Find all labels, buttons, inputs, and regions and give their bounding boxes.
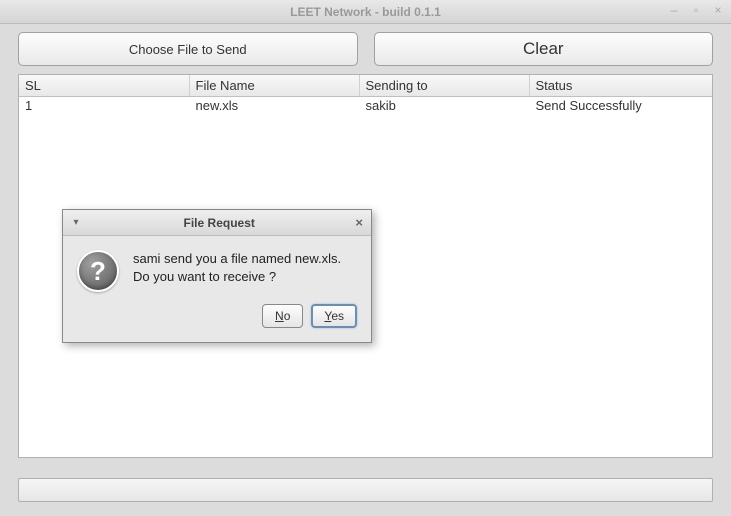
- minimize-icon[interactable]: –: [667, 3, 681, 17]
- window-controls: – ▫ ×: [667, 3, 725, 17]
- header-sl[interactable]: SL: [19, 75, 189, 97]
- maximize-icon[interactable]: ▫: [689, 3, 703, 17]
- window-title: LEET Network - build 0.1.1: [290, 5, 441, 19]
- dialog-message-line1: sami send you a file named new.xls.: [133, 250, 341, 268]
- table-header-row: SL File Name Sending to Status: [19, 75, 712, 97]
- file-request-dialog: ▾ File Request × ? sami send you a file …: [62, 209, 372, 343]
- window-body: Choose File to Send Clear SL File Name S…: [0, 24, 731, 516]
- cell-sendingto: sakib: [359, 97, 529, 115]
- close-icon[interactable]: ×: [711, 3, 725, 17]
- dialog-message: sami send you a file named new.xls. Do y…: [133, 250, 341, 292]
- header-sendingto[interactable]: Sending to: [359, 75, 529, 97]
- dialog-button-row: No Yes: [63, 304, 371, 342]
- header-status[interactable]: Status: [529, 75, 712, 97]
- cell-sl: 1: [19, 97, 189, 115]
- top-button-row: Choose File to Send Clear: [18, 32, 713, 66]
- dialog-title: File Request: [83, 216, 355, 230]
- dialog-body: ? sami send you a file named new.xls. Do…: [63, 236, 371, 304]
- choose-file-button[interactable]: Choose File to Send: [18, 32, 358, 66]
- cell-filename: new.xls: [189, 97, 359, 115]
- status-bar: [18, 478, 713, 502]
- question-icon: ?: [77, 250, 119, 292]
- window-titlebar: LEET Network - build 0.1.1 – ▫ ×: [0, 0, 731, 24]
- cell-status: Send Successfully: [529, 97, 712, 115]
- dialog-message-line2: Do you want to receive ?: [133, 268, 341, 286]
- file-table: SL File Name Sending to Status 1 new.xls…: [19, 75, 712, 114]
- clear-button[interactable]: Clear: [374, 32, 714, 66]
- yes-button[interactable]: Yes: [311, 304, 357, 328]
- dialog-menu-icon[interactable]: ▾: [69, 217, 83, 228]
- no-label-rest: o: [284, 309, 291, 323]
- dialog-titlebar[interactable]: ▾ File Request ×: [63, 210, 371, 236]
- yes-label-rest: es: [331, 309, 344, 323]
- no-button[interactable]: No: [262, 304, 303, 328]
- header-filename[interactable]: File Name: [189, 75, 359, 97]
- dialog-close-icon[interactable]: ×: [355, 215, 363, 230]
- table-row[interactable]: 1 new.xls sakib Send Successfully: [19, 97, 712, 115]
